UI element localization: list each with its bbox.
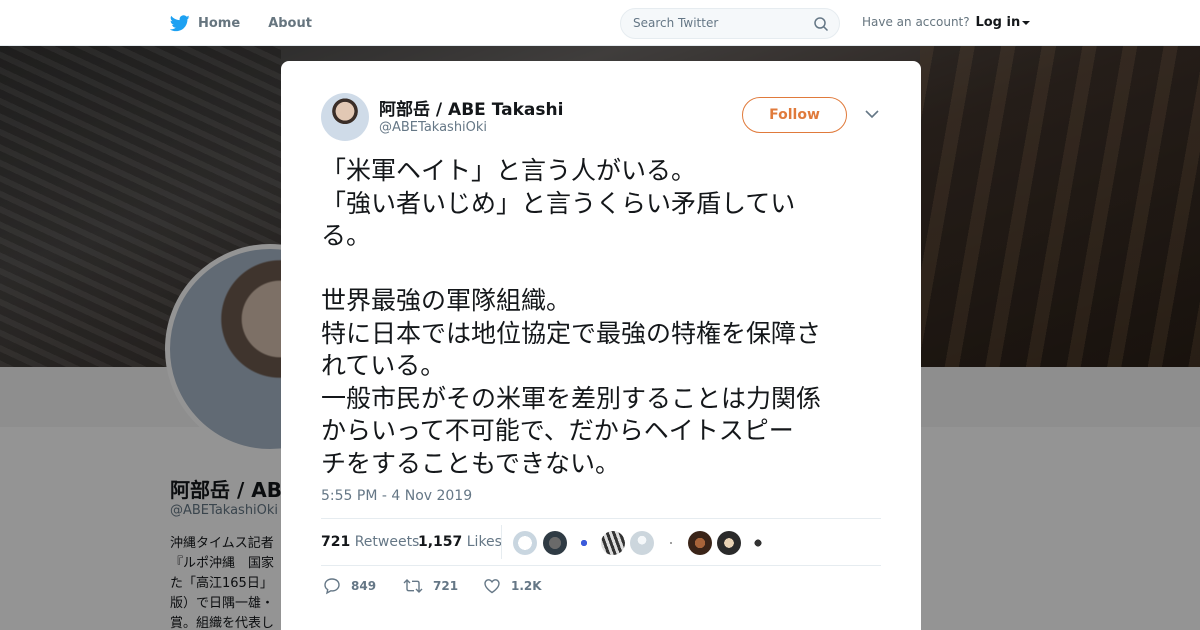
tweet-text: 「米軍ヘイト」と言う人がいる。 「強い者いじめ」と言うくらい矛盾してい る。 世… — [321, 156, 822, 478]
twitter-bird-icon[interactable] — [170, 14, 190, 32]
retweets-stat[interactable]: 721 Retweets — [321, 534, 419, 550]
likes-count: 1,157 — [418, 534, 463, 550]
nav-left: Home About — [170, 0, 340, 46]
liker-avatar[interactable] — [746, 531, 770, 555]
stats-divider — [501, 525, 502, 559]
heart-icon — [484, 579, 500, 594]
top-navigation: Home About Search Twitter Have an accoun… — [0, 0, 1200, 46]
nav-home-link[interactable]: Home — [198, 16, 240, 31]
tweet-timestamp[interactable]: 5:55 PM - 4 Nov 2019 — [321, 488, 472, 504]
liker-avatar[interactable] — [630, 531, 654, 555]
like-count: 1.2K — [511, 579, 542, 593]
author-handle[interactable]: @ABETakashiOki — [379, 120, 487, 135]
tweet-stats: 721 Retweets 1,157 Likes — [321, 518, 881, 566]
author-name[interactable]: 阿部岳 / ABE Takashi — [379, 95, 563, 120]
account-prompt: Have an account? — [862, 15, 970, 29]
account-area: Have an account? Log in — [862, 15, 1031, 30]
retweet-count: 721 — [433, 579, 459, 593]
liker-avatar[interactable] — [601, 531, 625, 555]
tweet-modal: 阿部岳 / ABE Takashi @ABETakashiOki Follow … — [281, 61, 921, 630]
reply-icon — [324, 578, 340, 595]
liker-avatar[interactable] — [543, 531, 567, 555]
likes-label: Likes — [466, 534, 502, 550]
retweet-button[interactable]: 721 — [403, 577, 458, 595]
chevron-down-icon[interactable] — [1022, 20, 1031, 25]
liker-avatar[interactable] — [659, 531, 683, 555]
reply-button[interactable]: 849 — [323, 577, 376, 595]
likes-stat[interactable]: 1,157 Likes — [418, 534, 502, 550]
search-input[interactable]: Search Twitter — [620, 8, 840, 39]
nav-about-link[interactable]: About — [268, 16, 312, 31]
retweets-label: Retweets — [354, 534, 420, 550]
like-button[interactable]: 1.2K — [483, 577, 542, 595]
liker-avatar[interactable] — [688, 531, 712, 555]
liker-avatar[interactable] — [717, 531, 741, 555]
retweet-icon — [403, 579, 423, 593]
avatar[interactable] — [321, 93, 369, 141]
close-icon[interactable] — [1154, 12, 1178, 36]
retweets-count: 721 — [321, 534, 351, 550]
login-link[interactable]: Log in — [975, 15, 1020, 30]
chevron-down-icon[interactable] — [865, 109, 879, 119]
follow-button[interactable]: Follow — [742, 97, 847, 133]
search-placeholder: Search Twitter — [633, 16, 719, 30]
reply-count: 849 — [351, 579, 377, 593]
liker-avatar[interactable] — [572, 531, 596, 555]
search-icon[interactable] — [813, 16, 829, 32]
liker-avatar[interactable] — [513, 531, 537, 555]
